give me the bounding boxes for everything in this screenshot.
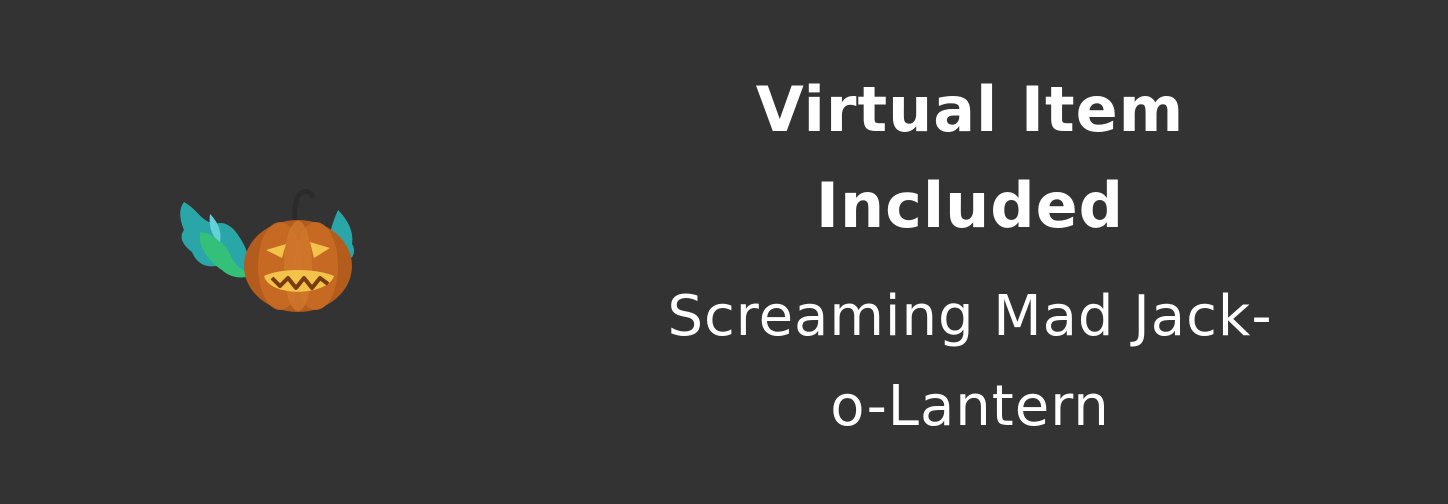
banner-title-line-2: Included: [815, 169, 1125, 243]
banner-title-line-1: Virtual Item: [755, 73, 1185, 146]
banner-text: Virtual Item Included Screaming Mad Jack…: [560, 62, 1380, 451]
virtual-item-banner: Virtual Item Included Screaming Mad Jack…: [0, 0, 1448, 504]
banner-title: Virtual Item Included: [560, 62, 1380, 254]
jack-o-lantern-icon: [170, 180, 370, 320]
item-name-line-2: o-Lantern: [830, 373, 1110, 439]
item-name: Screaming Mad Jack- o-Lantern: [560, 272, 1380, 451]
item-name-line-1: Screaming Mad Jack-: [667, 284, 1273, 350]
